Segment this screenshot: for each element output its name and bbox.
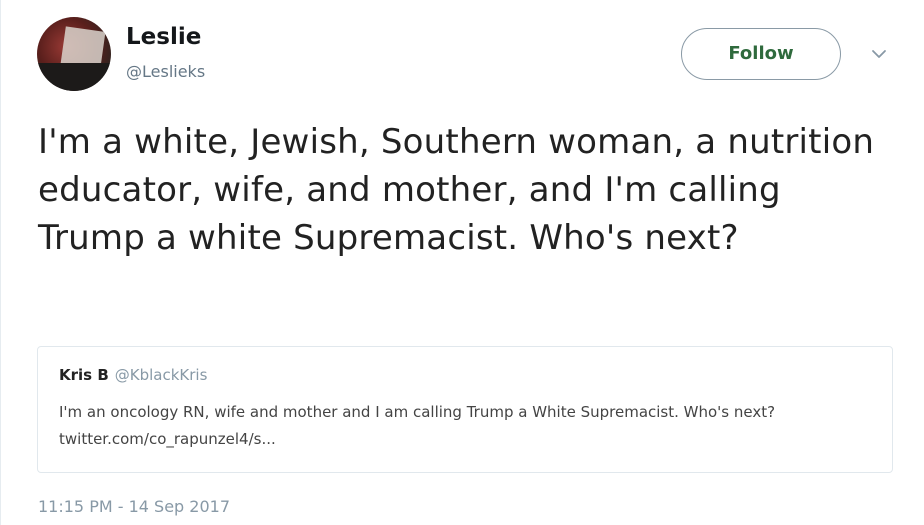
quoted-author-handle: @KblackKris	[114, 366, 208, 384]
avatar[interactable]	[37, 17, 111, 91]
avatar-image-shade	[37, 63, 111, 91]
follow-button[interactable]: Follow	[681, 28, 841, 80]
tweet-text: I'm a white, Jewish, Southern woman, a n…	[38, 122, 875, 258]
quoted-tweet[interactable]: Kris B @KblackKris I'm an oncology RN, wi…	[37, 346, 893, 473]
chevron-down-icon[interactable]	[869, 44, 889, 64]
tweet-card: Leslie @Leslieks Follow I'm a white, Jew…	[0, 0, 924, 525]
tweet-timestamp[interactable]: 11:15 PM - 14 Sep 2017	[38, 497, 230, 516]
quoted-tweet-header: Kris B @KblackKris	[59, 366, 207, 384]
author-handle[interactable]: @Leslieks	[126, 62, 205, 81]
quoted-tweet-text: I'm an oncology RN, wife and mother and …	[59, 403, 776, 448]
author-name[interactable]: Leslie	[126, 24, 201, 50]
quoted-author-name: Kris B	[59, 366, 109, 384]
